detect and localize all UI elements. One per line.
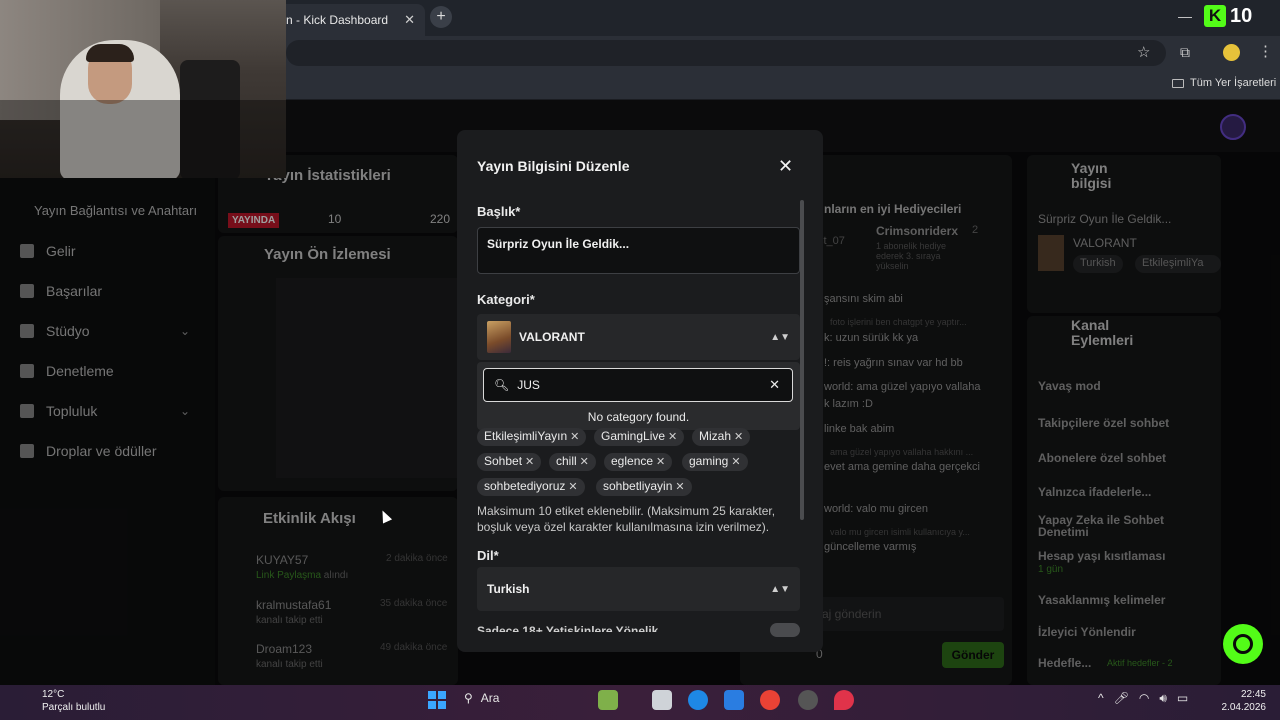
taskbar-search[interactable]: ⚲ Ara <box>464 691 499 705</box>
tab-close-icon[interactable]: ✕ <box>404 12 415 28</box>
minimize-icon[interactable]: — <box>1178 8 1192 24</box>
remove-tag-icon[interactable]: ✕ <box>734 431 743 443</box>
edge-icon[interactable] <box>688 690 708 710</box>
tag-chip[interactable]: EtkileşimliYayın ✕ <box>477 428 587 446</box>
system-tray[interactable]: ^ 🎤︎ ◠ 🔊︎ ▭ <box>1098 691 1188 706</box>
weather-desc: Parçalı bulutlu <box>42 702 106 713</box>
tag-label: eglence <box>611 454 654 468</box>
taskbar-search-label: Ara <box>480 691 500 705</box>
kick-badge-count: 10 <box>1230 4 1253 27</box>
tag-chip[interactable]: Sohbet ✕ <box>477 453 542 471</box>
language-label: Dil* <box>477 548 499 563</box>
tag-label: gaming <box>689 454 729 468</box>
store-icon[interactable] <box>724 690 744 710</box>
clock[interactable]: 22:45 2.04.2026 <box>1220 688 1267 714</box>
remove-tag-icon[interactable]: ✕ <box>675 481 684 493</box>
adult-content-label: Sadece 18+ Yetişkinlere Yönelik <box>477 624 659 632</box>
tag-chip[interactable]: sohbetliyayin ✕ <box>596 478 692 496</box>
support-chat-button[interactable] <box>1223 624 1263 664</box>
tag-chip[interactable]: gaming ✕ <box>682 453 748 471</box>
tag-label: Sohbet <box>484 454 523 468</box>
remove-tag-icon[interactable]: ✕ <box>570 431 579 443</box>
tag-chip[interactable]: GamingLive ✕ <box>594 428 685 446</box>
category-search-value: JUS <box>517 378 540 392</box>
modal-scrollbar[interactable] <box>800 200 804 520</box>
weather-temp: 12°C <box>42 689 65 700</box>
task-view-icon[interactable] <box>652 690 672 710</box>
tag-chip[interactable]: eglence ✕ <box>604 453 673 471</box>
new-tab-button[interactable]: + <box>430 6 452 28</box>
windows-start-icon[interactable] <box>428 691 446 709</box>
clock-date: 2.04.2026 <box>1221 702 1267 713</box>
language-value: Turkish <box>487 582 530 596</box>
category-label: Kategori* <box>477 292 535 307</box>
remove-tag-icon[interactable]: ✕ <box>525 456 534 468</box>
category-value: VALORANT <box>519 330 585 344</box>
tags-hint: Maksimum 10 etiket eklenebilir. (Maksimu… <box>477 504 776 534</box>
category-thumb <box>487 321 511 353</box>
maps-pin-icon[interactable] <box>834 690 854 710</box>
tag-chip[interactable]: Mizah ✕ <box>692 428 751 446</box>
extensions-icon[interactable]: ⧉ <box>1180 44 1190 61</box>
tag-chip[interactable]: sohbetediyoruz ✕ <box>477 478 585 496</box>
tag-label: GamingLive <box>601 429 666 443</box>
browser-menu-icon[interactable]: ⋮ <box>1258 42 1273 60</box>
tag-chip[interactable]: chill ✕ <box>549 453 596 471</box>
kick-badge: K 10 <box>1204 4 1252 28</box>
remove-tag-icon[interactable]: ✕ <box>580 456 589 468</box>
window-controls[interactable]: — <box>1178 8 1192 24</box>
remove-tag-icon[interactable]: ✕ <box>731 456 740 468</box>
kick-logo-icon: K <box>1204 5 1226 27</box>
adult-content-toggle[interactable] <box>770 623 800 637</box>
search-icon: 🔍︎ <box>494 378 510 392</box>
title-label: Başlık* <box>477 204 521 219</box>
language-select[interactable]: Turkish ▲▼ <box>477 567 800 611</box>
tag-label: chill <box>556 454 577 468</box>
folder-icon <box>1172 78 1184 88</box>
bookmark-star-icon[interactable]: ☆ <box>1137 43 1150 61</box>
remove-tag-icon[interactable]: ✕ <box>668 431 677 443</box>
address-bar[interactable] <box>286 40 1166 66</box>
tag-label: Mizah <box>699 429 732 443</box>
taskbar <box>0 685 1280 720</box>
category-select[interactable]: VALORANT ▲▼ <box>477 314 800 360</box>
no-category-message: No category found. <box>587 410 690 424</box>
tab-title: n - Kick Dashboard <box>286 13 389 27</box>
modal-title: Yayın Bilgisini Düzenle <box>477 158 630 174</box>
remove-tag-icon[interactable]: ✕ <box>656 456 665 468</box>
search-icon: ⚲ <box>464 691 473 705</box>
all-bookmarks-label: Tüm Yer İşaretleri <box>1190 77 1277 89</box>
clock-time: 22:45 <box>1240 689 1266 700</box>
tag-label: sohbetediyoruz <box>484 479 566 493</box>
chrome-icon[interactable] <box>760 690 780 710</box>
obs-icon[interactable] <box>798 690 818 710</box>
widget-app-icon[interactable] <box>598 690 618 710</box>
clear-icon[interactable]: ✕ <box>769 377 780 393</box>
all-bookmarks-button[interactable]: Tüm Yer İşaretleri <box>1172 77 1276 89</box>
title-input[interactable]: Sürpriz Oyun İle Geldik... <box>477 227 800 274</box>
remove-tag-icon[interactable]: ✕ <box>568 481 577 493</box>
close-icon[interactable]: ✕ <box>778 156 793 177</box>
weather-widget[interactable]: 12°C Parçalı bulutlu <box>16 688 105 714</box>
tag-label: EtkileşimliYayın <box>484 429 568 443</box>
tag-label: sohbetliyayin <box>603 479 673 493</box>
updown-icon: ▲▼ <box>770 331 790 343</box>
profile-icon[interactable] <box>1223 44 1240 61</box>
category-search-input[interactable]: 🔍︎ JUS ✕ <box>483 368 793 402</box>
headset-icon <box>1233 634 1253 654</box>
updown-icon: ▲▼ <box>770 583 790 595</box>
